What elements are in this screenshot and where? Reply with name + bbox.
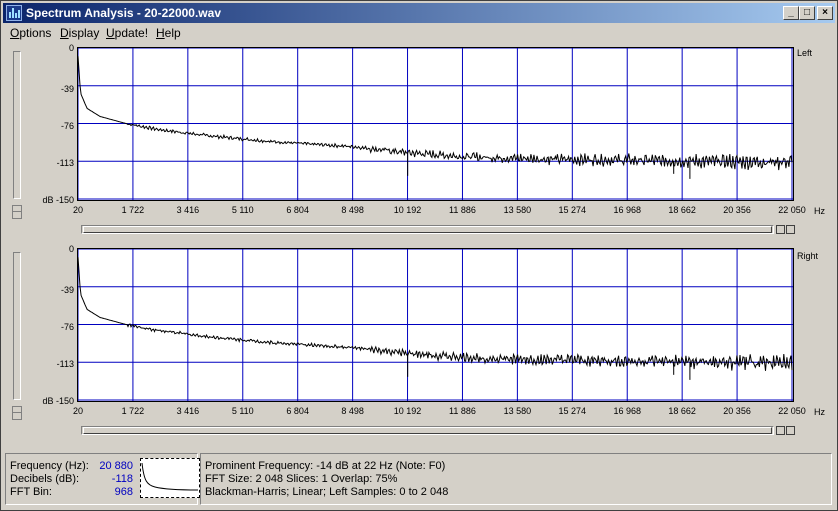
left-spectrum-plot[interactable]: [77, 47, 794, 201]
frequency-value: 20 880: [99, 460, 133, 472]
x-tick-label: 15 274: [558, 406, 587, 416]
x-tick-label: 18 662: [668, 406, 696, 416]
right-y-label-4: dB -150: [42, 396, 74, 406]
menu-help[interactable]: Help: [156, 26, 181, 40]
right-horizontal-scrollbar[interactable]: [81, 426, 774, 435]
right-gain-slider[interactable]: [13, 252, 21, 400]
left-y-label-3: -113: [56, 158, 74, 168]
mini-spectrum-preview: [140, 458, 200, 498]
x-tick-label: 10 192: [393, 205, 422, 215]
right-spectrum-plot[interactable]: [77, 248, 794, 402]
right-chart-svg: [78, 249, 793, 401]
x-tick-label: 15 274: [558, 205, 587, 215]
window-settings-text: Blackman-Harris; Linear; Left Samples: 0…: [205, 486, 449, 498]
x-tick-label: 8 498: [341, 406, 364, 416]
x-tick-label: 22 050: [778, 205, 806, 215]
minimize-button[interactable]: _: [783, 6, 799, 20]
left-channel-label: Left: [797, 48, 813, 58]
x-tick-label: 20: [72, 205, 84, 215]
left-x-unit: Hz: [814, 206, 825, 216]
cursor-readout-panel: Frequency (Hz): 20 880 Decibels (dB): -1…: [5, 453, 200, 505]
right-spectrum-trace: [78, 257, 793, 371]
x-tick-label: 6 804: [286, 205, 309, 215]
window-title: Spectrum Analysis - 20-22000.wav: [26, 6, 221, 20]
left-y-label-2: -76: [60, 121, 74, 131]
x-tick-label: 20: [72, 406, 84, 416]
left-y-label-1: -39: [60, 84, 74, 94]
x-tick-label: 3 416: [176, 406, 200, 416]
menu-display[interactable]: Display: [60, 26, 99, 40]
spectrum-app-icon: [6, 5, 22, 21]
left-gain-slider[interactable]: [13, 51, 21, 199]
x-tick-label: 5 110: [231, 205, 254, 215]
maximize-button[interactable]: □: [799, 6, 815, 20]
fft-bin-label: FFT Bin:: [10, 486, 52, 498]
close-button[interactable]: ×: [817, 6, 833, 20]
x-tick-label: 10 192: [393, 406, 422, 416]
x-tick-label: 16 968: [613, 406, 641, 416]
left-spin-control[interactable]: [12, 205, 22, 219]
right-y-label-3: -113: [56, 359, 74, 369]
x-tick-label: 5 110: [231, 406, 254, 416]
x-tick-label: 6 804: [286, 406, 309, 416]
x-tick-label: 11 886: [449, 205, 476, 215]
menu-options[interactable]: Options: [10, 26, 51, 40]
analysis-info-panel: Prominent Frequency: -14 dB at 22 Hz (No…: [200, 453, 832, 505]
x-tick-label: 3 416: [176, 205, 200, 215]
x-tick-label: 1 722: [121, 406, 145, 416]
right-x-unit: Hz: [814, 407, 825, 417]
x-tick-label: 1 722: [121, 205, 145, 215]
left-y-label-4: dB -150: [42, 195, 74, 205]
x-tick-label: 20 356: [723, 406, 751, 416]
x-tick-label: 13 580: [503, 205, 532, 215]
x-tick-label: 22 050: [778, 406, 806, 416]
x-tick-label: 11 886: [449, 406, 476, 416]
x-tick-label: 20 356: [723, 205, 751, 215]
right-spin-control[interactable]: [12, 406, 22, 420]
left-zoom-out-button[interactable]: [776, 225, 785, 234]
left-zoom-in-button[interactable]: [786, 225, 795, 234]
x-tick-label: 8 498: [341, 205, 364, 215]
fft-settings-text: FFT Size: 2 048 Slices: 1 Overlap: 75%: [205, 473, 398, 485]
fft-bin-value: 968: [114, 486, 133, 498]
left-chart-svg: [78, 48, 793, 200]
decibels-value: -118: [111, 473, 133, 485]
right-y-label-1: -39: [60, 285, 74, 295]
right-y-label-0: 0: [68, 244, 74, 254]
menu-bar: Options Display Update! Help: [3, 24, 835, 42]
x-tick-label: 13 580: [503, 406, 532, 416]
x-tick-label: 18 662: [668, 205, 696, 215]
title-bar[interactable]: Spectrum Analysis - 20-22000.wav _ □ ×: [3, 3, 835, 23]
right-channel-label: Right: [797, 251, 819, 261]
left-spectrum-trace: [78, 56, 793, 171]
right-zoom-out-button[interactable]: [776, 426, 785, 435]
left-y-label-0: 0: [68, 43, 74, 53]
menu-update[interactable]: Update!: [106, 26, 148, 40]
prominent-frequency-text: Prominent Frequency: -14 dB at 22 Hz (No…: [205, 460, 446, 472]
right-y-label-2: -76: [60, 322, 74, 332]
app-window: Spectrum Analysis - 20-22000.wav _ □ × O…: [0, 0, 838, 511]
left-horizontal-scrollbar[interactable]: [81, 225, 774, 234]
x-tick-label: 16 968: [613, 205, 641, 215]
right-zoom-in-button[interactable]: [786, 426, 795, 435]
decibels-label: Decibels (dB):: [10, 473, 80, 485]
